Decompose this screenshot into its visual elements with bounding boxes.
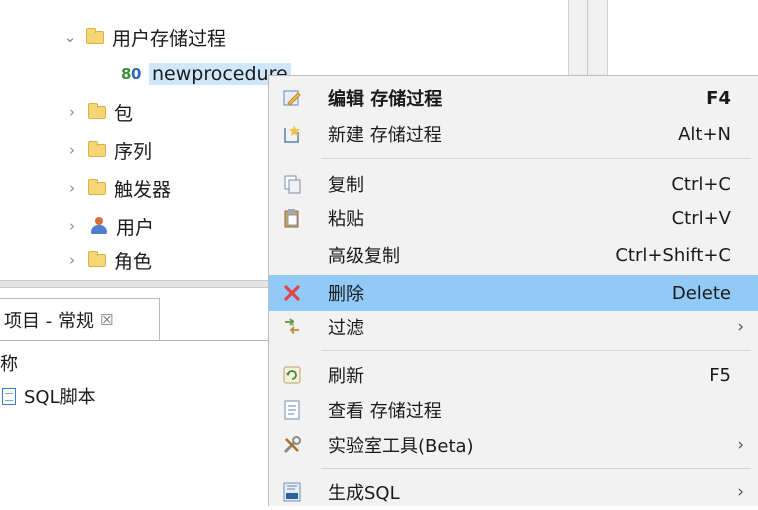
tools-icon [281,434,303,456]
menu-item-refresh[interactable]: 刷新 F5 [269,357,758,393]
tree-node-label: 触发器 [114,178,172,201]
menu-separator [321,468,751,469]
close-icon[interactable]: ☒ [100,311,113,329]
menu-item-copy[interactable]: 复制 Ctrl+C [269,166,758,202]
chevron-right-icon[interactable]: › [62,217,82,235]
chevron-right-icon: › [737,482,744,502]
context-menu: 编辑 存储过程 F4 新建 存储过程 Alt+N 复制 Ctrl+C 粘贴 Ct… [268,75,758,506]
paste-icon [281,207,303,229]
chevron-right-icon[interactable]: › [62,251,82,269]
menu-item-generate-sql[interactable]: 生成SQL › [269,474,758,510]
view-icon [281,399,303,421]
panel-splitter[interactable] [0,280,270,288]
tree-node-label: 用户 [116,216,155,239]
menu-item-delete[interactable]: 删除 Delete [269,275,758,311]
chevron-right-icon: › [737,317,744,337]
folder-icon [88,102,106,119]
tree-node-users[interactable]: › 用户 [62,209,154,243]
tree-node-roles[interactable]: › 角色 [62,243,152,277]
tree-node-newprocedure[interactable]: 80 newprocedure [121,57,291,91]
chevron-right-icon[interactable]: › [62,179,82,197]
edit-icon [281,87,303,109]
sql-script-icon [2,387,16,405]
tree-node-sequences[interactable]: › 序列 [62,133,152,167]
menu-item-advanced-copy[interactable]: 高级复制 Ctrl+Shift+C [269,237,758,273]
chevron-right-icon: › [737,435,744,455]
tab-label: 项目 - 常规 [4,310,94,332]
chevron-right-icon[interactable]: › [62,103,82,121]
new-icon [281,123,303,145]
folder-icon [86,27,104,44]
menu-item-lab-tools[interactable]: 实验室工具(Beta) › [269,427,758,463]
menu-separator [321,350,751,351]
menu-separator [321,158,751,159]
copy-icon [281,173,303,195]
menu-item-edit-procedure[interactable]: 编辑 存储过程 F4 [269,80,758,116]
tree-node-triggers[interactable]: › 触发器 [62,171,171,205]
tree-node-stored-procedures[interactable]: ⌄ 用户存储过程 [60,20,226,54]
procedure-icon: 80 [121,65,142,83]
tree-node-label: 序列 [114,140,153,163]
tree-node-label: 角色 [114,250,153,273]
menu-item-paste[interactable]: 粘贴 Ctrl+V [269,200,758,236]
chevron-right-icon[interactable]: › [62,141,82,159]
refresh-icon [281,364,303,386]
menu-item-view-procedure[interactable]: 查看 存储过程 [269,392,758,428]
column-header-name: 称 [0,354,18,375]
filter-icon [281,316,303,338]
list-item-sql-script[interactable]: SQL脚本 [0,383,96,409]
menu-item-new-procedure[interactable]: 新建 存储过程 Alt+N [269,116,758,152]
tree-node-label: 用户存储过程 [112,27,227,50]
editor-scroll-area[interactable] [568,0,608,75]
folder-icon [88,178,106,195]
folder-icon [88,140,106,157]
sql-icon [281,481,303,503]
tree-node-packages[interactable]: › 包 [62,95,133,129]
tab-project-general[interactable]: 项目 - 常规 ☒ [0,298,160,340]
tree-node-label: 包 [114,102,134,125]
user-icon [88,216,110,236]
chevron-down-icon[interactable]: ⌄ [60,28,80,46]
delete-icon [281,282,303,304]
folder-icon [88,250,106,267]
list-item-label: SQL脚本 [24,387,96,408]
menu-item-filter[interactable]: 过滤 › [269,309,758,345]
tab-divider [0,340,270,341]
